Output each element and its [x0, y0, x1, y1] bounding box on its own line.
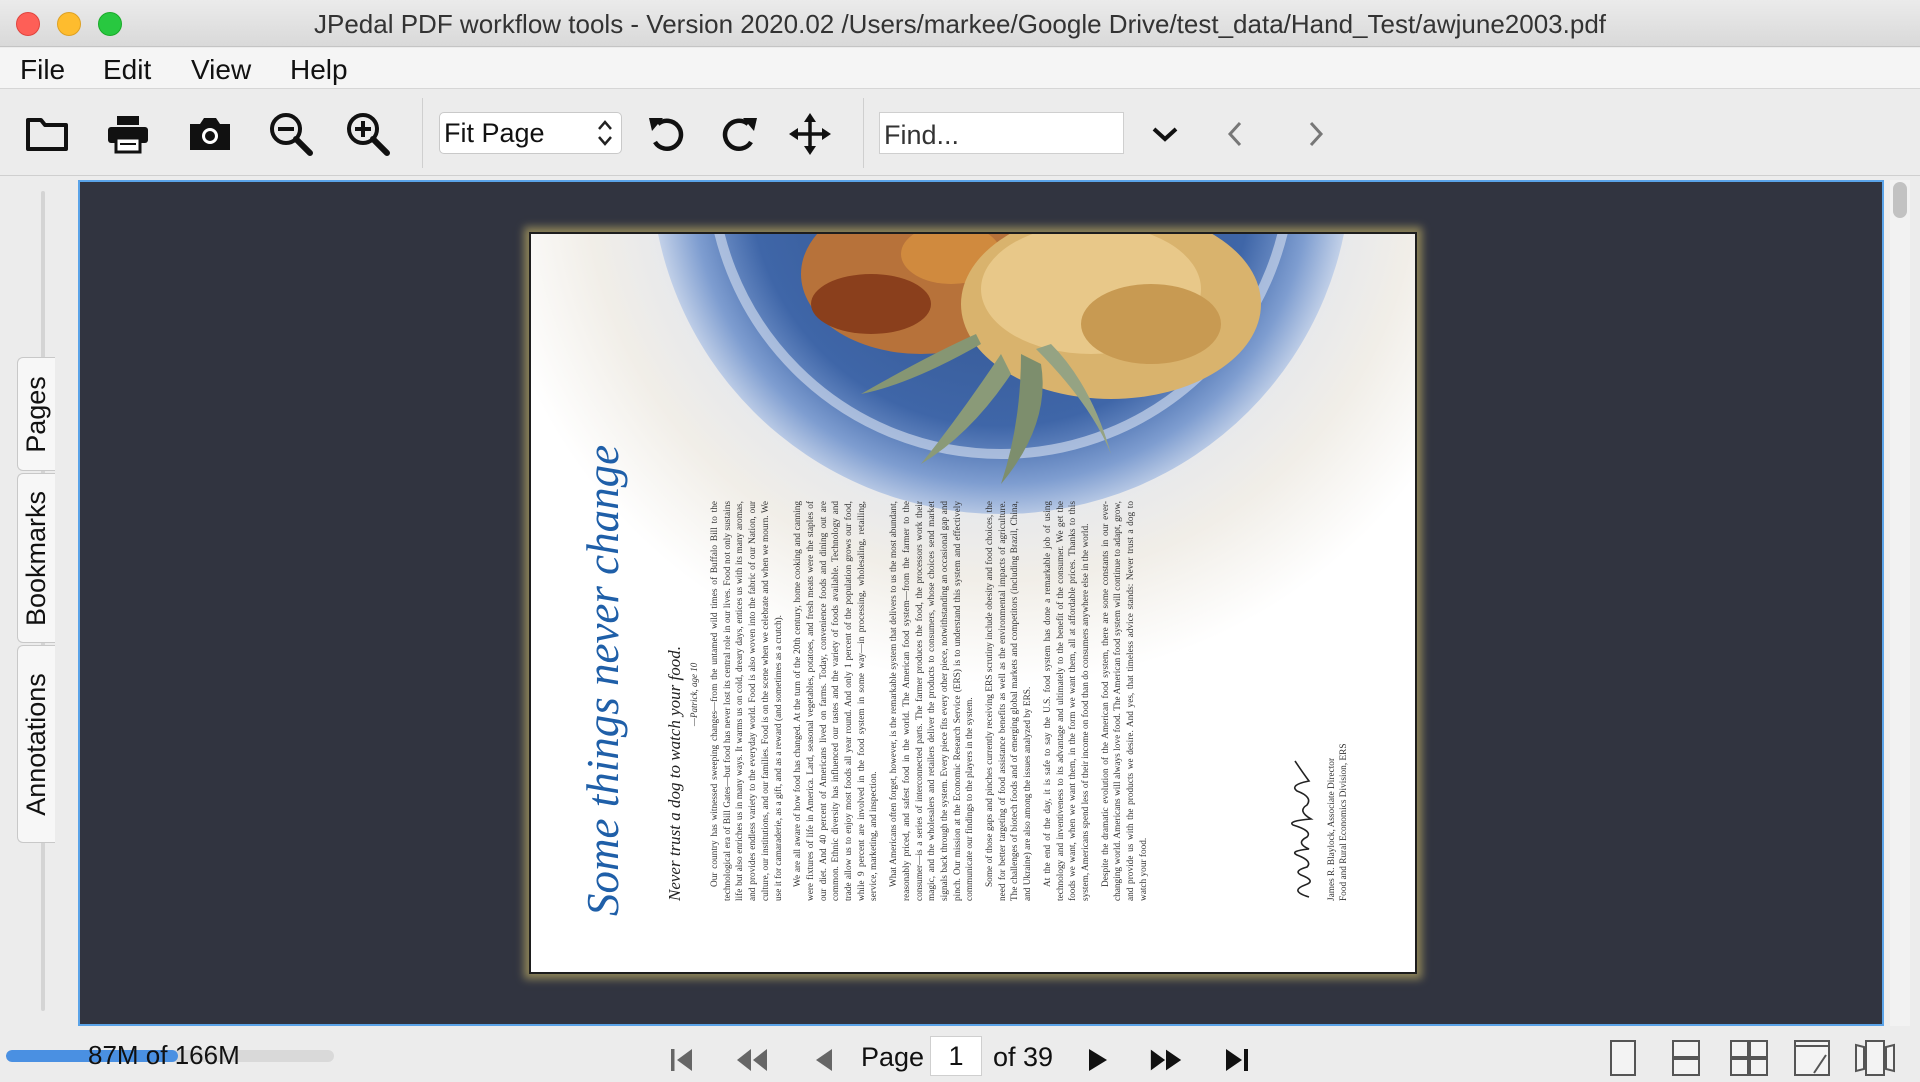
next-page-button[interactable]: [1079, 1042, 1115, 1078]
pan-move-icon: [789, 113, 831, 155]
rotate-right-button[interactable]: [714, 110, 762, 158]
title-bar: JPedal PDF workflow tools - Version 2020…: [0, 0, 1920, 47]
memory-usage-text: 87M of 166M: [88, 1040, 240, 1070]
last-page-button[interactable]: [1219, 1042, 1255, 1078]
print-button[interactable]: [104, 110, 152, 158]
article-paragraph: What Americans often forget, however, is…: [889, 501, 976, 901]
quote-attribution: —Patrick, age 10: [689, 662, 699, 726]
pdf-page: Some things never change Never trust a d…: [529, 232, 1417, 974]
previous-page-button[interactable]: [806, 1042, 842, 1078]
vertical-scrollbar[interactable]: [1890, 180, 1910, 1026]
menu-view[interactable]: View: [191, 54, 251, 86]
snapshot-camera-icon: [190, 118, 230, 150]
article-paragraph: Despite the dramatic evolution of the Am…: [1100, 501, 1149, 901]
tab-annotations-label: Annotations: [21, 672, 52, 816]
window-title: JPedal PDF workflow tools - Version 2020…: [313, 9, 1606, 39]
article-paragraph: Some of those gaps and pinches currently…: [985, 501, 1034, 901]
toolbar-separator: [863, 98, 864, 168]
zoom-in-button[interactable]: [344, 110, 392, 158]
article-paragraph: We are all aware of how food has changed…: [793, 501, 880, 901]
article-paragraph: At the end of the day, it is safe to say…: [1042, 501, 1091, 901]
first-page-button[interactable]: [664, 1042, 700, 1078]
print-icon: [108, 116, 148, 154]
status-bar: 87M of 166M Page of 39: [0, 1030, 1920, 1082]
signer-name-line: James R. Blaylock, Associate Director: [1327, 757, 1337, 901]
tab-bookmarks-label: Bookmarks: [21, 490, 52, 626]
signer-block: James R. Blaylock, Associate Director Fo…: [1326, 581, 1350, 901]
back-10-pages-button[interactable]: [734, 1042, 770, 1078]
open-file-button[interactable]: [23, 110, 71, 158]
find-next-button[interactable]: [1292, 110, 1340, 158]
chevron-down-icon: [1152, 127, 1178, 142]
single-page-view-icon: [1610, 1040, 1636, 1076]
single-page-view-button[interactable]: [1601, 1038, 1645, 1078]
tab-pages[interactable]: Pages: [17, 357, 55, 471]
forward-10-pages-icon: [1150, 1049, 1182, 1071]
article-subhead: Never trust a dog to watch your food.: [665, 646, 684, 901]
zoom-mode-select[interactable]: Fit Page: [439, 112, 622, 154]
continuous-facing-view-icon: [1794, 1040, 1830, 1076]
zoom-out-button[interactable]: [267, 110, 315, 158]
article-paragraph: Our country has witnessed sweeping chang…: [710, 501, 784, 901]
rotated-page-content: Some things never change Never trust a d…: [531, 234, 1415, 972]
zoom-mode-value: Fit Page: [444, 118, 545, 148]
facing-pages-view-icon: [1730, 1040, 1768, 1076]
toolbar-separator: [422, 98, 423, 168]
last-page-icon: [1226, 1049, 1248, 1071]
find-previous-button[interactable]: [1211, 110, 1259, 158]
tab-pages-label: Pages: [21, 375, 51, 453]
next-page-icon: [1089, 1049, 1107, 1071]
pan-button[interactable]: [786, 110, 834, 158]
rotate-left-icon: [649, 118, 684, 151]
tab-bookmarks[interactable]: Bookmarks: [17, 473, 55, 643]
jpedal-window: JPedal PDF workflow tools - Version 2020…: [0, 0, 1920, 1082]
page-flow-view-icon: [1855, 1040, 1895, 1076]
previous-page-icon: [816, 1049, 832, 1071]
zoom-out-icon: [270, 113, 313, 156]
handwritten-signature: [1291, 760, 1314, 898]
menu-edit[interactable]: Edit: [103, 54, 151, 86]
rotate-left-button[interactable]: [644, 110, 692, 158]
open-folder-icon: [26, 118, 68, 151]
continuous-view-icon: [1672, 1040, 1700, 1076]
next-result-icon: [1309, 121, 1324, 147]
snapshot-button[interactable]: [186, 110, 234, 158]
previous-result-icon: [1227, 121, 1242, 147]
signer-division-line: Food and Rural Economics Division, ERS: [1339, 743, 1349, 901]
article-headline: Some things never change: [578, 444, 628, 916]
first-page-icon: [671, 1049, 692, 1071]
side-tab-panel: Pages Bookmarks Annotations: [0, 177, 64, 1030]
document-viewer[interactable]: Some things never change Never trust a d…: [78, 180, 1884, 1026]
scrollbar-thumb[interactable]: [1893, 182, 1907, 218]
back-10-pages-icon: [737, 1049, 767, 1071]
page-flow-view-button[interactable]: [1853, 1038, 1897, 1078]
page-label: Page: [861, 1042, 925, 1072]
forward-10-pages-button[interactable]: [1148, 1042, 1184, 1078]
find-options-button[interactable]: [1141, 110, 1189, 158]
menu-bar: File Edit View Help: [0, 48, 1920, 89]
article-body: Our country has witnessed sweeping chang…: [709, 501, 1158, 901]
toolbar: Fit Page: [0, 90, 1920, 176]
current-page-input[interactable]: [930, 1036, 982, 1076]
find-input[interactable]: [879, 112, 1124, 154]
rotate-right-icon: [722, 118, 757, 151]
menu-help[interactable]: Help: [290, 54, 348, 86]
facing-pages-view-button[interactable]: [1727, 1038, 1771, 1078]
zoom-in-icon: [347, 113, 390, 156]
page-count: of 39: [993, 1042, 1054, 1072]
continuous-view-button[interactable]: [1664, 1038, 1708, 1078]
menu-file[interactable]: File: [20, 54, 65, 86]
up-down-chevron-icon: [598, 120, 612, 146]
tab-annotations[interactable]: Annotations: [17, 645, 55, 843]
continuous-facing-view-button[interactable]: [1790, 1038, 1834, 1078]
